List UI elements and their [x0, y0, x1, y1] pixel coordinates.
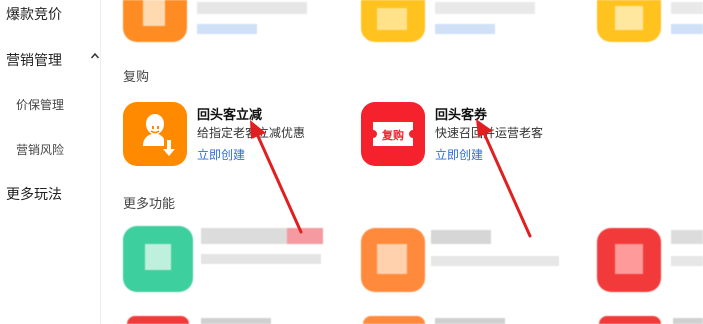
sidebar: 爆款竞价 营销管理 价保管理 营销风险 更多玩法: [0, 0, 101, 324]
card-title: 回头客立减: [197, 108, 263, 123]
card-returning-customer-discount[interactable]: 回头客立减 给指定老客立减优惠 立即创建: [123, 102, 353, 172]
sidebar-item-label: 营销风险: [16, 143, 65, 157]
blurred-card-text: [435, 0, 555, 38]
blurred-card-text: [671, 230, 703, 276]
sidebar-item-label: 价保管理: [16, 98, 65, 112]
blurred-card-text: [201, 318, 271, 324]
blurred-card-icon: [123, 226, 193, 292]
blurred-card-text: [431, 230, 561, 276]
blurred-card-text: [673, 318, 703, 324]
user-download-icon: [123, 102, 187, 166]
chevron-up-icon[interactable]: [90, 50, 100, 64]
sidebar-item-label: 爆款竞价: [6, 7, 62, 23]
card-description: 快速召回并运营老客: [435, 126, 544, 140]
create-now-link[interactable]: 立即创建: [435, 146, 483, 163]
blurred-card-icon: [597, 228, 661, 292]
sidebar-item-hot-bidding[interactable]: 爆款竞价: [6, 4, 106, 24]
blurred-card-icon: [363, 316, 425, 324]
section-title-more-features: 更多功能: [123, 197, 176, 212]
sidebar-item-label: 营销管理: [6, 53, 62, 69]
blurred-card-text: [197, 0, 317, 38]
section-title-repurchase: 复购: [123, 70, 150, 85]
card-returning-customer-coupon[interactable]: 复购 回头客券 快速召回并运营老客 立即创建: [361, 102, 591, 172]
blurred-card-icon: [361, 228, 425, 292]
card-title: 回头客券: [435, 108, 488, 123]
main-content: 复购 回头客立减 给指定老客立减优惠 立即创建 复购 回头客券 快速召回并运营老…: [101, 0, 703, 324]
sidebar-item-marketing-management[interactable]: 营销管理: [6, 50, 106, 70]
blurred-card-icon: [361, 0, 425, 42]
card-description: 给指定老客立减优惠: [197, 126, 306, 140]
blurred-card-text: [201, 228, 325, 274]
blurred-card-icon: [597, 0, 661, 42]
blurred-card-icon: [599, 316, 661, 324]
blurred-card-icon: [127, 316, 189, 324]
sidebar-item-label: 更多玩法: [6, 187, 62, 203]
coupon-icon: 复购: [361, 102, 425, 166]
blurred-card-text: [671, 0, 703, 38]
sidebar-item-more-gameplay[interactable]: 更多玩法: [6, 184, 106, 204]
blurred-card-icon: [123, 0, 187, 42]
coupon-icon-text: 复购: [381, 128, 404, 142]
create-now-link[interactable]: 立即创建: [197, 146, 245, 163]
blurred-card-text: [435, 318, 505, 324]
